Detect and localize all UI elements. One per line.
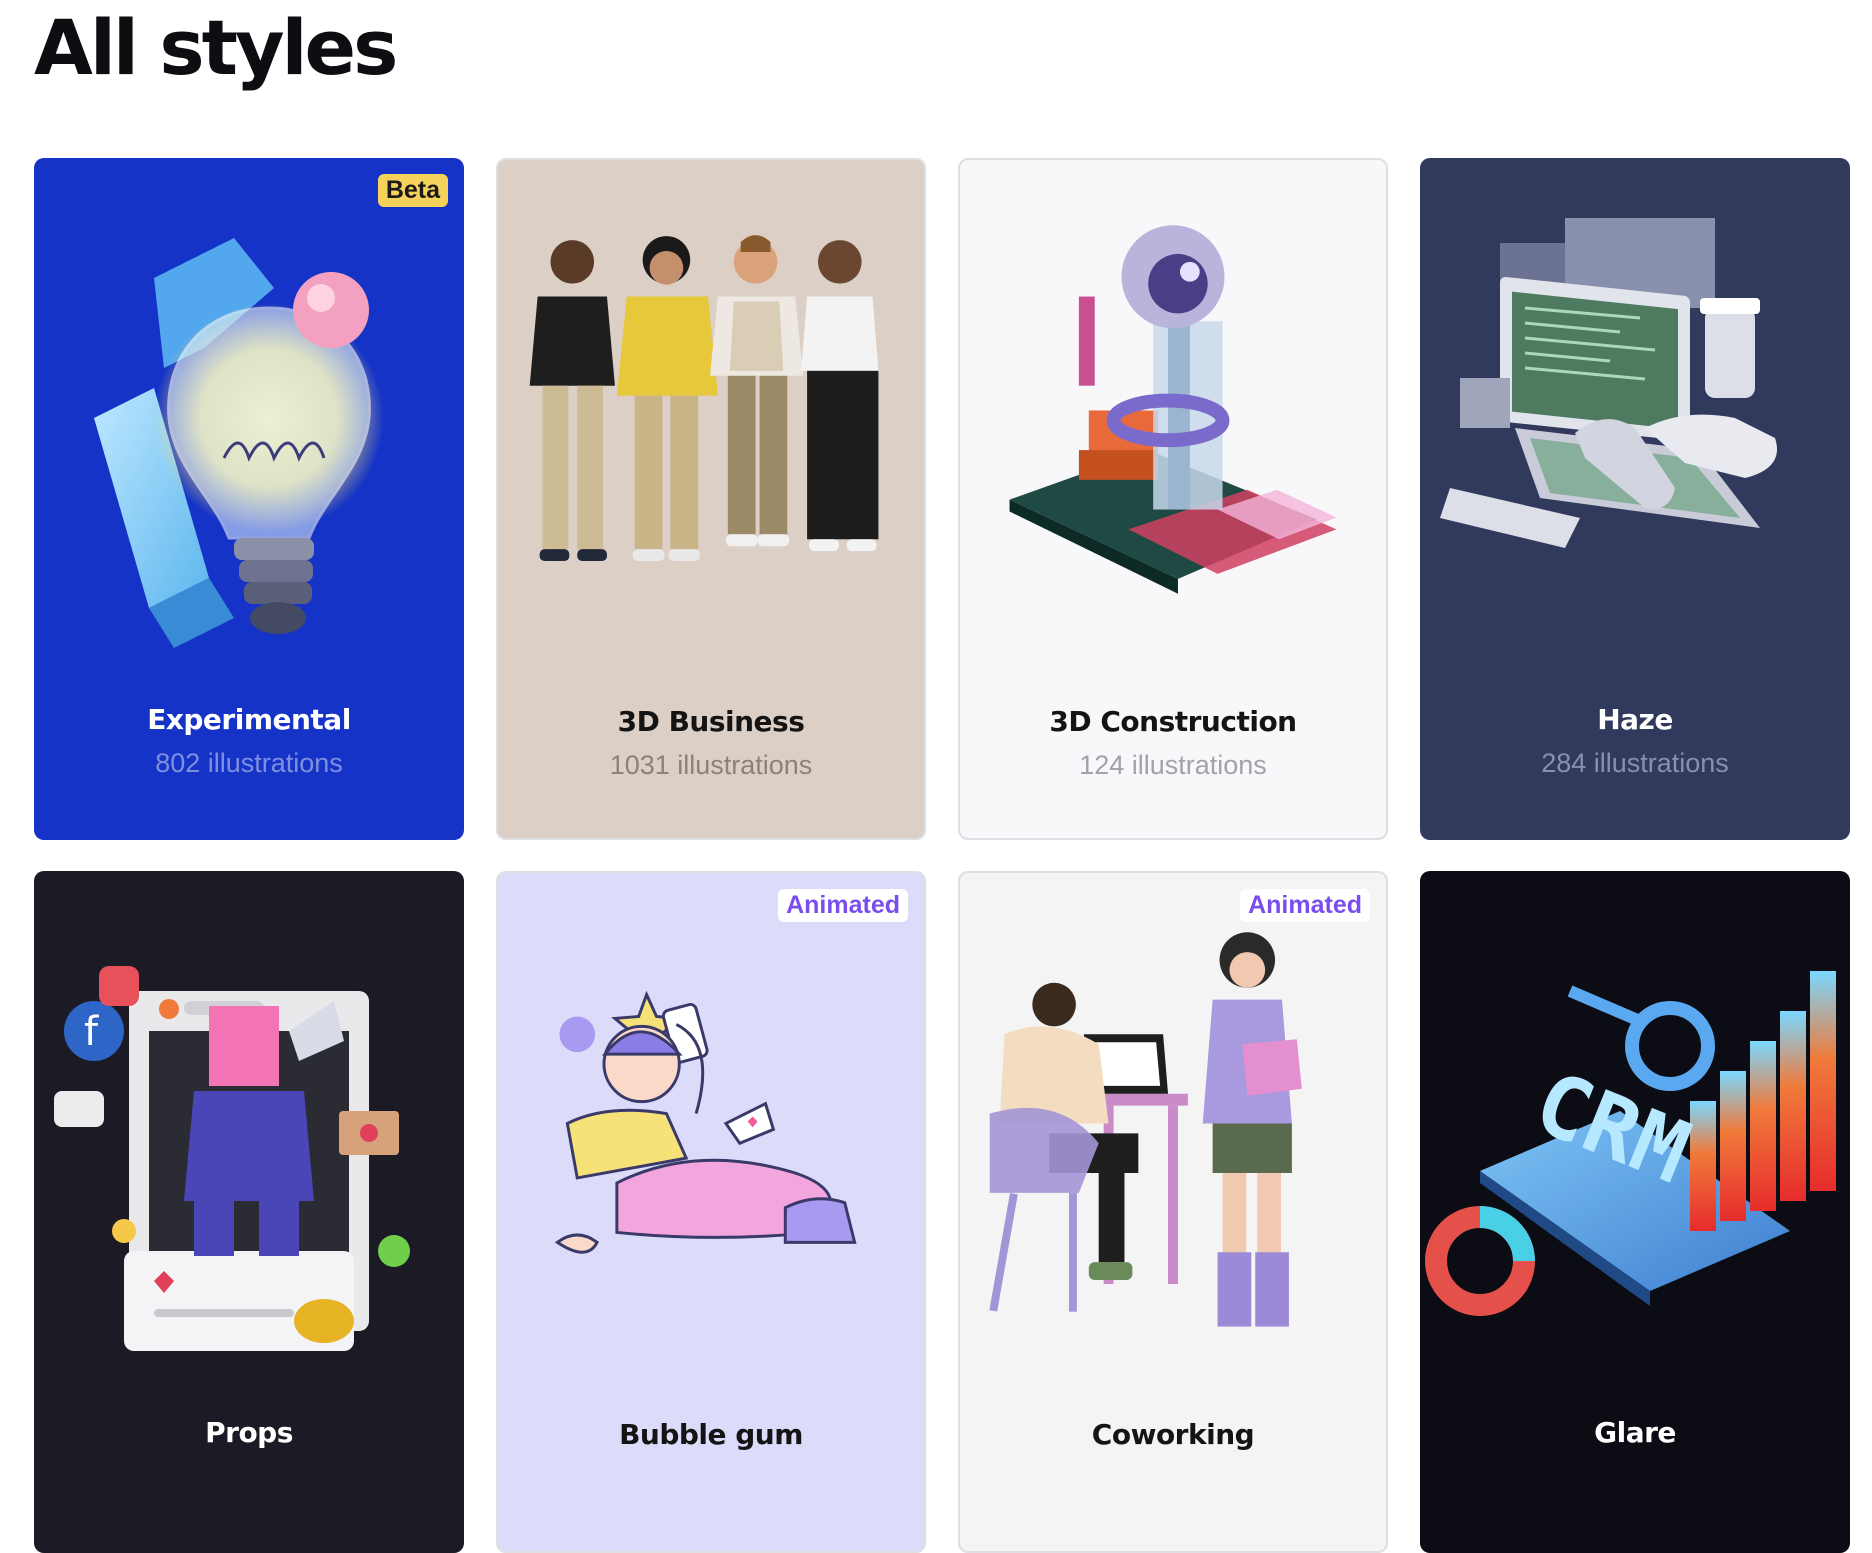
style-card-haze[interactable]: Haze 284 illustrations — [1420, 158, 1850, 840]
laptop-illustration — [1440, 218, 1777, 548]
style-count: 284 illustrations — [1541, 748, 1729, 778]
style-count: 124 illustrations — [1079, 750, 1267, 780]
styles-grid: Beta Experimental 802 illustrations 3D B… — [34, 158, 1850, 1553]
style-card-3d-construction[interactable]: 3D Construction 124 illustrations — [958, 158, 1388, 840]
style-name: Haze — [1597, 703, 1673, 736]
coworking-illustration — [989, 932, 1302, 1327]
page-title: All styles — [34, 3, 398, 92]
crm-illustration: CRM — [1425, 971, 1836, 1316]
style-name: Coworking — [1091, 1418, 1255, 1451]
style-card-coworking[interactable]: Animated Coworking — [958, 871, 1388, 1553]
props-social-illustration: f — [54, 966, 410, 1351]
style-name: Props — [205, 1416, 293, 1449]
style-name: Glare — [1594, 1416, 1676, 1449]
style-count: 802 illustrations — [155, 748, 343, 778]
style-name: 3D Construction — [1049, 705, 1297, 738]
business-people-illustration — [529, 235, 879, 562]
construction-illustration — [1009, 225, 1337, 594]
style-count: 1031 illustrations — [609, 750, 813, 780]
style-name: Experimental — [147, 703, 351, 736]
style-card-3d-business[interactable]: 3D Business 1031 illustrations — [496, 158, 926, 840]
style-name: Bubble gum — [619, 1418, 803, 1451]
style-name: 3D Business — [617, 705, 805, 738]
style-card-props[interactable]: f Props — [34, 871, 464, 1553]
bubble-gum-illustration — [554, 990, 857, 1254]
style-card-glare[interactable]: CRM Glare — [1420, 871, 1850, 1553]
lightbulb-illustration — [94, 238, 384, 648]
style-card-bubble-gum[interactable]: Animated Bubble gum — [496, 871, 926, 1553]
svg-text:f: f — [84, 1009, 99, 1055]
style-card-experimental[interactable]: Beta Experimental 802 illustrations — [34, 158, 464, 840]
